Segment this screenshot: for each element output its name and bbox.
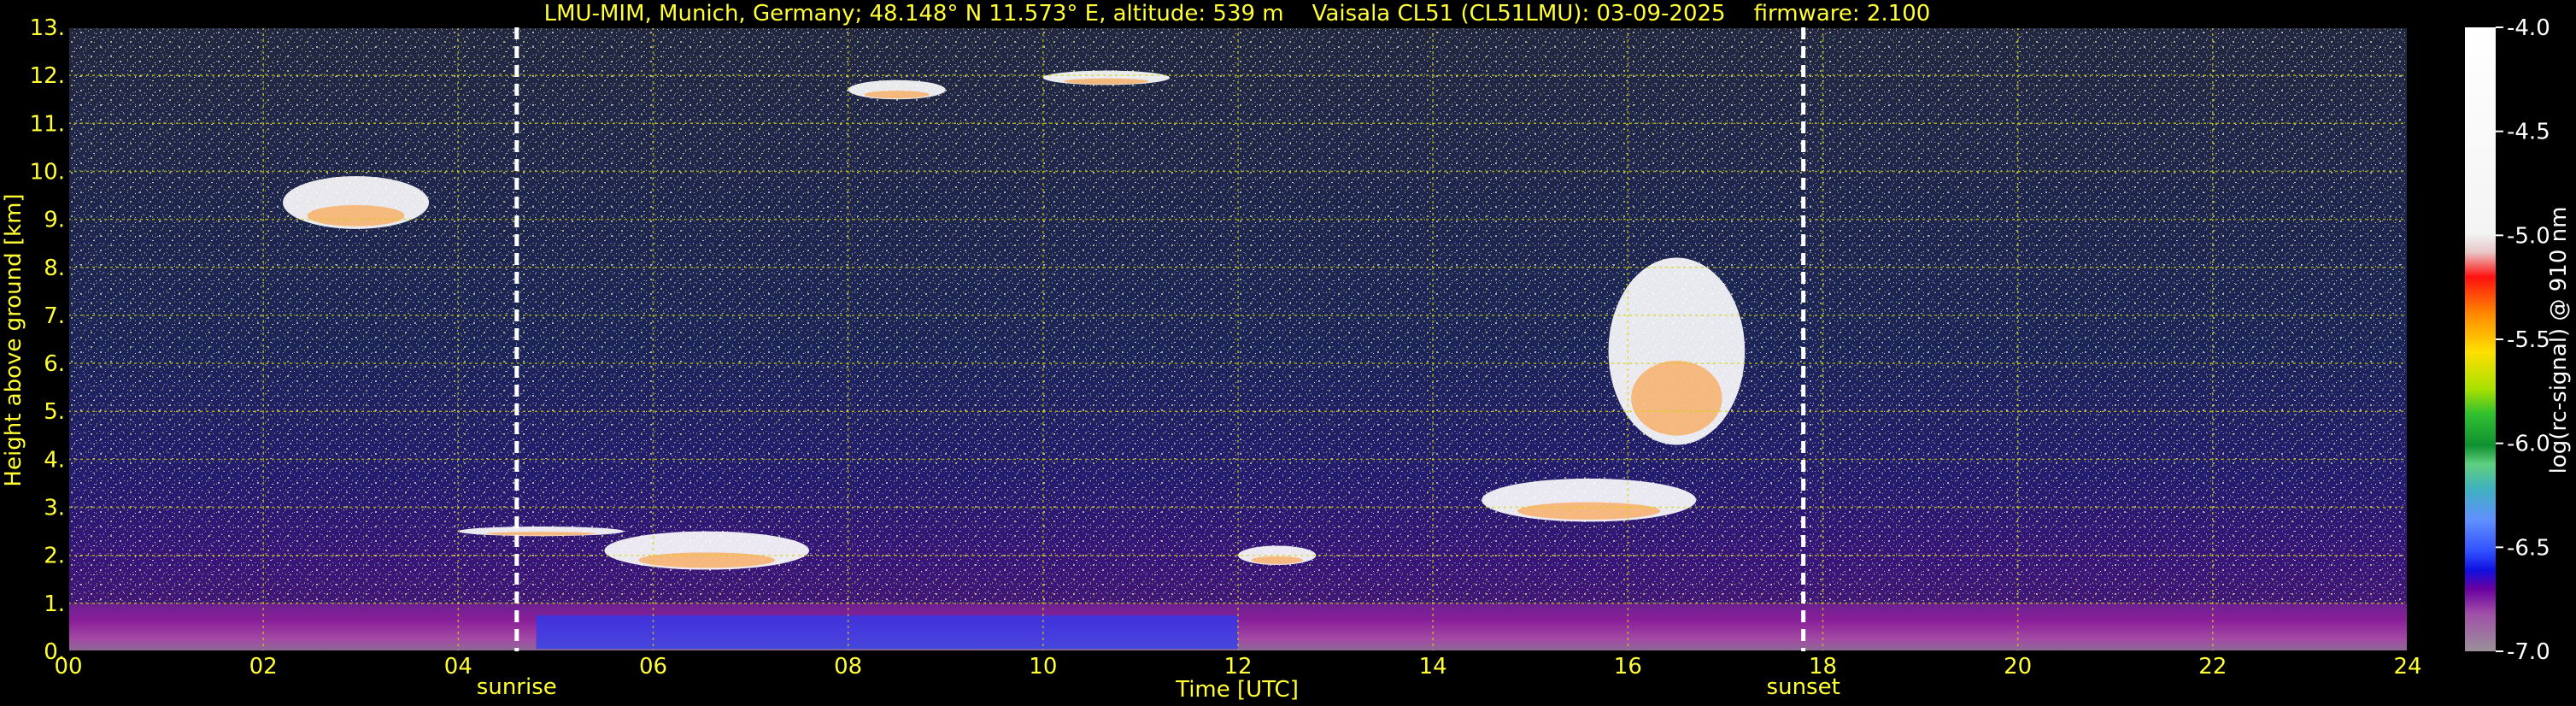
cloud-core-5 bbox=[1251, 556, 1304, 564]
colorbar bbox=[2465, 27, 2496, 651]
y-tick-4: 4. bbox=[44, 447, 65, 473]
y-tick-1: 1. bbox=[44, 591, 65, 617]
colorbar-ticks: -4.0 -4.5 -5.0 -5.5 -6.0 -6.5 -7.0 bbox=[2496, 15, 2550, 665]
ceilometer-chart: sunrise sunset 0.1.2.3.4.5.6.7.8.9.10.11.… bbox=[1, 1, 2572, 703]
y-tick-3: 3. bbox=[44, 496, 65, 521]
x-axis-label: Time [UTC] bbox=[1175, 677, 1299, 703]
cloud-core-4 bbox=[1064, 78, 1149, 85]
y-tick-9: 9. bbox=[44, 208, 65, 233]
y-tick-11: 11. bbox=[30, 111, 65, 137]
x-tick-3: 06 bbox=[639, 654, 667, 680]
x-tick-1: 02 bbox=[249, 654, 278, 680]
cb-tick-3: -5.5 bbox=[2507, 327, 2550, 353]
y-tick-2: 2. bbox=[44, 544, 65, 569]
cb-tick-5: -6.5 bbox=[2507, 535, 2550, 561]
y-tick-labels: 0.1.2.3.4.5.6.7.8.9.10.11.12.13. bbox=[30, 15, 65, 665]
cloud-core-6 bbox=[1517, 502, 1661, 520]
y-tick-13: 13. bbox=[30, 15, 65, 41]
y-tick-7: 7. bbox=[44, 303, 65, 329]
y-axis-label: Height above ground [km] bbox=[1, 193, 26, 486]
x-tick-7: 14 bbox=[1419, 654, 1447, 680]
y-tick-5: 5. bbox=[44, 399, 65, 425]
x-tick-4: 08 bbox=[834, 654, 862, 680]
sunrise-label: sunrise bbox=[477, 674, 557, 700]
y-tick-10: 10. bbox=[30, 159, 65, 185]
x-tick-0: 00 bbox=[54, 654, 82, 680]
cloud-core-8 bbox=[307, 205, 405, 227]
aerosol-patch-0 bbox=[536, 615, 1238, 650]
cb-tick-4: -6.0 bbox=[2507, 432, 2550, 457]
colorbar-label: log(rc-signal) @ 910 nm bbox=[2546, 207, 2572, 474]
x-tick-5: 10 bbox=[1029, 654, 1057, 680]
cloud-core-3 bbox=[864, 91, 930, 99]
x-tick-8: 16 bbox=[1614, 654, 1642, 680]
cb-tick-0: -4.0 bbox=[2507, 15, 2550, 41]
y-tick-12: 12. bbox=[30, 63, 65, 89]
chart-title: LMU-MIM, Munich, Germany; 48.148° N 11.5… bbox=[544, 1, 1931, 26]
x-tick-6: 12 bbox=[1223, 654, 1252, 680]
cloud-core-7 bbox=[1631, 360, 1722, 436]
cloud-core-1 bbox=[485, 532, 596, 536]
x-tick-10: 20 bbox=[2004, 654, 2032, 680]
x-tick-11: 22 bbox=[2198, 654, 2227, 680]
cb-tick-1: -4.5 bbox=[2507, 120, 2550, 145]
cb-tick-6: -7.0 bbox=[2507, 639, 2550, 665]
y-tick-6: 6. bbox=[44, 351, 65, 377]
x-tick-labels: 00 02 04 06 08 10 12 14 16 18 20 22 24 bbox=[54, 654, 2421, 680]
x-tick-9: 18 bbox=[1809, 654, 1837, 680]
cb-tick-2: -5.0 bbox=[2507, 223, 2550, 249]
x-tick-2: 04 bbox=[444, 654, 472, 680]
y-tick-8: 8. bbox=[44, 256, 65, 281]
x-tick-12: 24 bbox=[2393, 654, 2421, 680]
cloud-core-2 bbox=[638, 552, 776, 568]
